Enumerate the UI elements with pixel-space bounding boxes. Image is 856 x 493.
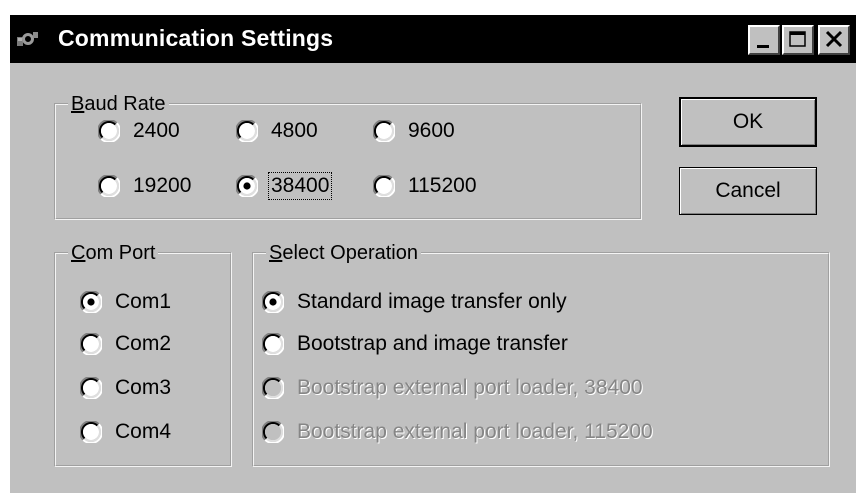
radio-label: Bootstrap and image transfer — [297, 332, 568, 355]
baud-115200-radio[interactable]: 115200 — [373, 173, 479, 199]
close-icon — [825, 30, 843, 48]
communication-settings-dialog: Communication Settings Baud Rate 2400 48… — [8, 13, 856, 493]
close-button[interactable] — [818, 25, 850, 55]
radio-disabled-icon — [262, 421, 284, 443]
minimize-button[interactable] — [748, 25, 780, 55]
baud-rate-label: Baud Rate — [71, 93, 166, 115]
radio-label: 4800 — [271, 119, 318, 142]
baud-4800-radio[interactable]: 4800 — [236, 118, 320, 144]
baud-19200-radio[interactable]: 19200 — [98, 173, 193, 199]
standard-image-transfer-radio[interactable]: Standard image transfer only — [262, 289, 569, 315]
radio-label: Bootstrap external port loader, 38400 — [297, 376, 643, 399]
radio-label: Com4 — [115, 420, 172, 443]
minimize-icon — [757, 45, 769, 48]
select-operation-label: Select Operation — [269, 242, 418, 264]
title-bar[interactable]: Communication Settings — [10, 15, 856, 63]
radio-unchecked-icon — [98, 120, 120, 142]
bootstrap-image-transfer-radio[interactable]: Bootstrap and image transfer — [262, 331, 570, 357]
radio-label: Bootstrap external port loader, 115200 — [297, 420, 653, 443]
com-port-label: Com Port — [71, 242, 156, 264]
radio-checked-icon — [80, 291, 102, 313]
radio-label: Com3 — [115, 376, 172, 399]
radio-unchecked-icon — [98, 175, 120, 197]
radio-unchecked-icon — [373, 175, 395, 197]
radio-unchecked-icon — [262, 333, 284, 355]
radio-label: Com1 — [115, 290, 172, 313]
com2-radio[interactable]: Com2 — [80, 331, 173, 357]
bootstrap-external-115200-radio: Bootstrap external port loader, 115200 — [262, 419, 655, 445]
radio-unchecked-icon — [80, 333, 102, 355]
radio-unchecked-icon — [373, 120, 395, 142]
radio-unchecked-icon — [236, 120, 258, 142]
radio-label: 19200 — [133, 174, 192, 197]
com1-radio[interactable]: Com1 — [80, 289, 173, 315]
baud-9600-radio[interactable]: 9600 — [373, 118, 457, 144]
com3-radio[interactable]: Com3 — [80, 375, 173, 401]
baud-2400-radio[interactable]: 2400 — [98, 118, 182, 144]
radio-checked-icon — [236, 175, 258, 197]
maximize-button[interactable] — [782, 25, 814, 55]
radio-label: 38400 — [267, 172, 333, 200]
radio-label: Standard image transfer only — [297, 290, 567, 313]
radio-label: 9600 — [408, 119, 455, 142]
maximize-icon — [789, 31, 806, 47]
ok-button[interactable]: OK — [679, 97, 817, 147]
window-title: Communication Settings — [58, 25, 334, 51]
radio-checked-icon — [262, 291, 284, 313]
cancel-button[interactable]: Cancel — [679, 167, 817, 215]
radio-unchecked-icon — [80, 421, 102, 443]
radio-label: 2400 — [133, 119, 180, 142]
baud-rate-group: Baud Rate — [54, 93, 642, 220]
radio-unchecked-icon — [80, 377, 102, 399]
radio-disabled-icon — [262, 377, 284, 399]
baud-38400-radio[interactable]: 38400 — [236, 172, 333, 200]
bootstrap-external-38400-radio: Bootstrap external port loader, 38400 — [262, 375, 645, 401]
app-icon[interactable] — [16, 29, 40, 51]
com4-radio[interactable]: Com4 — [80, 419, 173, 445]
radio-label: 115200 — [408, 174, 477, 197]
radio-label: Com2 — [115, 332, 172, 355]
